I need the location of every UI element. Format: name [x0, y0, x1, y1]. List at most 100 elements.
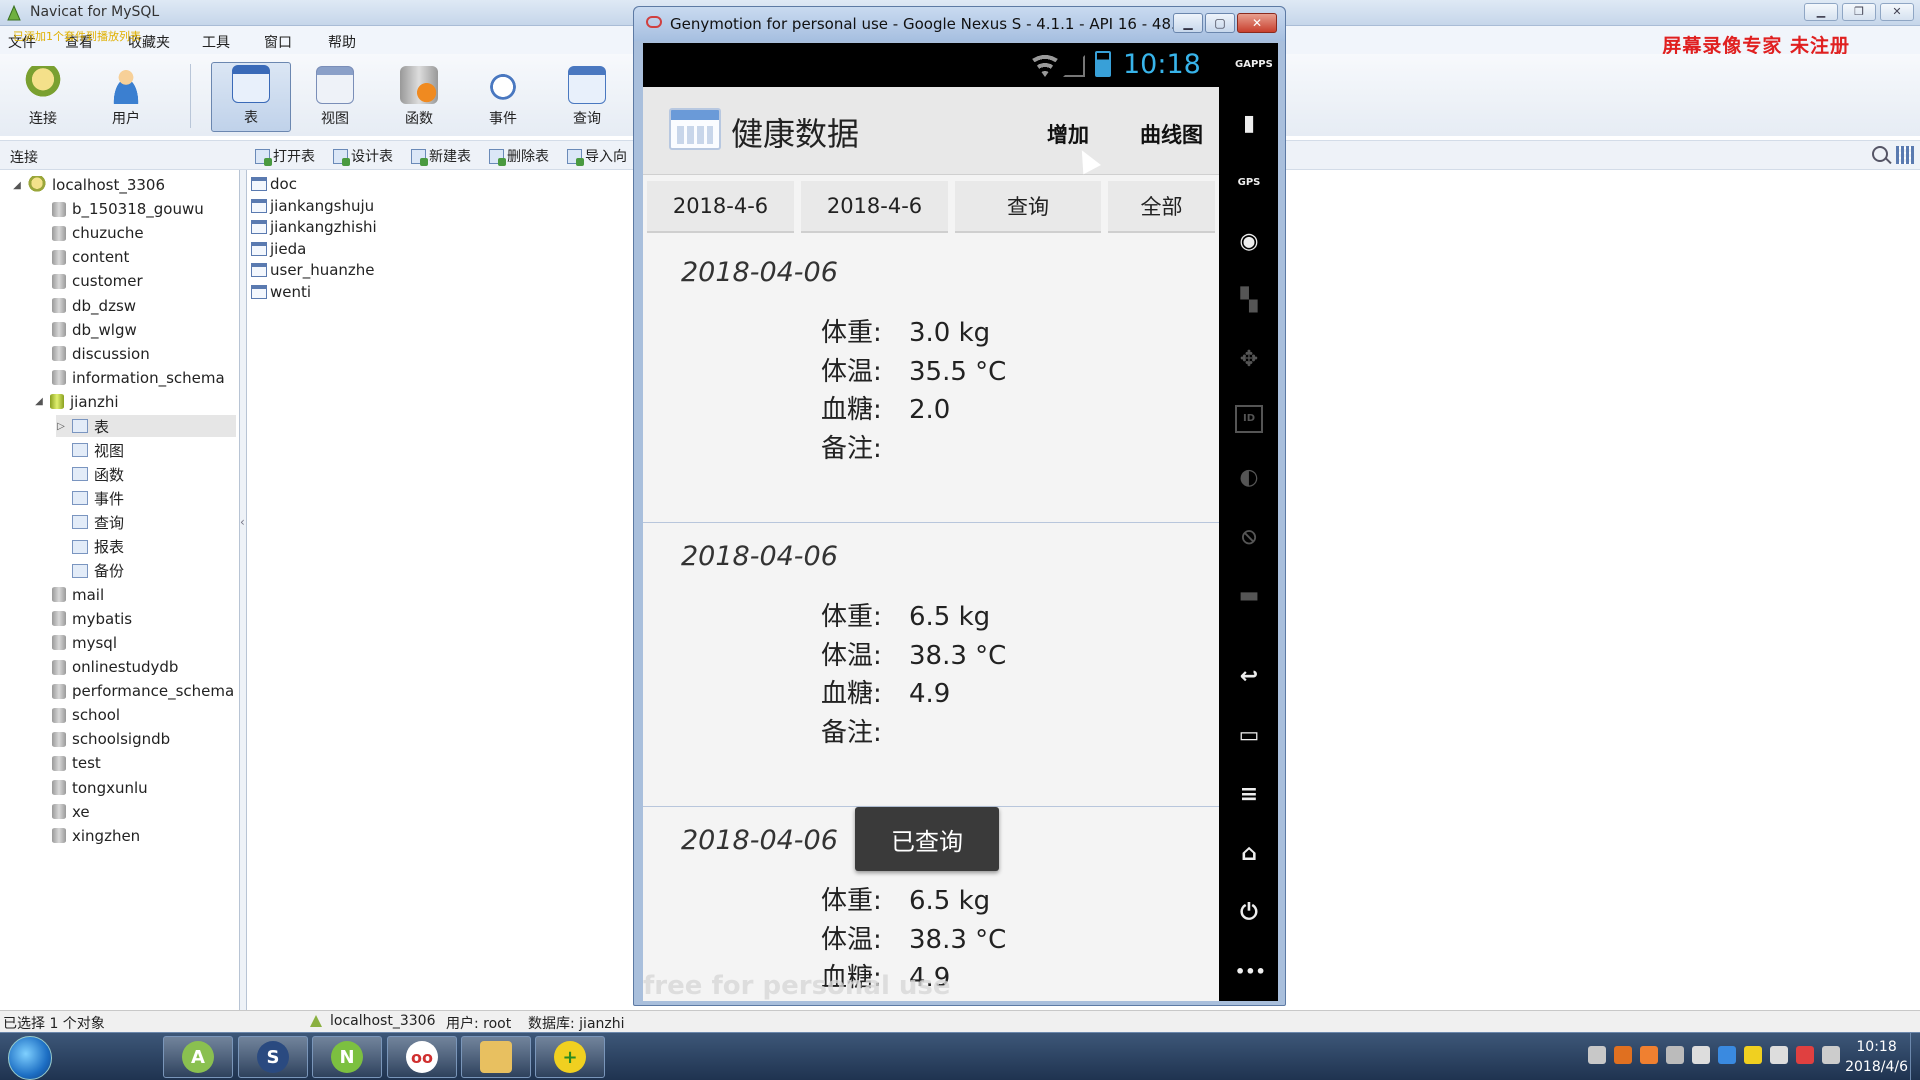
- expand-toggle-icon[interactable]: ◢: [12, 180, 22, 191]
- expand-toggle-icon[interactable]: ▷: [56, 421, 66, 432]
- menu-help[interactable]: 帮助: [328, 32, 356, 52]
- toolbar-event-button[interactable]: 事件: [463, 64, 543, 136]
- tray-app-icon-4[interactable]: [1718, 1046, 1736, 1064]
- show-desktop-button[interactable]: [1910, 1033, 1920, 1080]
- table-item[interactable]: jieda: [251, 239, 306, 259]
- geny-close-button[interactable]: ✕: [1237, 13, 1277, 33]
- start-button[interactable]: [8, 1036, 52, 1080]
- expand-toggle-icon[interactable]: ◢: [34, 396, 44, 407]
- more-icon[interactable]: •••: [1235, 958, 1266, 986]
- tree-node-view[interactable]: 视图: [56, 439, 124, 461]
- search-icon[interactable]: [1872, 146, 1888, 162]
- tray-recorder-icon[interactable]: [1744, 1046, 1762, 1064]
- taskbar-clock[interactable]: 10:18 2018/4/6: [1845, 1037, 1908, 1077]
- tree-node-backup[interactable]: 备份: [56, 560, 124, 582]
- table-item[interactable]: wenti: [251, 282, 311, 302]
- table-item[interactable]: user_huanzhe: [251, 260, 375, 280]
- capture-icon[interactable]: ▚: [1235, 287, 1263, 315]
- volume-icon[interactable]: [1770, 1046, 1788, 1064]
- tree-database[interactable]: b_150318_gouwu: [36, 198, 204, 220]
- network-icon[interactable]: ⦸: [1235, 523, 1263, 551]
- chart-button[interactable]: 曲线图: [1140, 119, 1203, 149]
- gapps-icon[interactable]: GAPPS: [1235, 51, 1273, 79]
- menu-icon[interactable]: ≡: [1235, 781, 1263, 809]
- taskbar-editor[interactable]: S: [238, 1036, 308, 1078]
- tree-database[interactable]: onlinestudydb: [36, 656, 178, 678]
- start-date-button[interactable]: 2018-4-6: [647, 181, 794, 233]
- tray-app-icon-3[interactable]: [1692, 1046, 1710, 1064]
- health-record[interactable]: 2018-04-06 体重: 3.0 kg 体温: 35.5 °C 血糖: 2.0 备注:: [643, 239, 1219, 523]
- disk-icon[interactable]: ◐: [1235, 464, 1263, 492]
- tree-database[interactable]: db_wlgw: [36, 319, 137, 341]
- taskbar-genymotion[interactable]: oo: [387, 1036, 457, 1078]
- table-item[interactable]: jiankangzhishi: [251, 217, 377, 237]
- menu-window[interactable]: 窗口: [264, 32, 292, 52]
- toolbar-connection-button[interactable]: 连接: [3, 64, 83, 136]
- end-date-button[interactable]: 2018-4-6: [801, 181, 948, 233]
- tree-node-event[interactable]: 事件: [56, 487, 124, 509]
- tree-node-table[interactable]: ▷ 表: [56, 415, 236, 437]
- recent-apps-icon[interactable]: ▭: [1235, 722, 1263, 750]
- mute-icon[interactable]: [1796, 1046, 1814, 1064]
- keyboard-icon[interactable]: [1588, 1046, 1606, 1064]
- taskbar-android-studio[interactable]: A: [163, 1036, 233, 1078]
- tree-database[interactable]: discussion: [36, 343, 150, 365]
- tree-database[interactable]: customer: [36, 270, 143, 292]
- delete-table-button[interactable]: 删除表: [489, 146, 549, 166]
- tree-database-open[interactable]: ◢ jianzhi: [34, 391, 118, 413]
- camera-icon[interactable]: ◉: [1235, 228, 1263, 256]
- table-item[interactable]: doc: [251, 174, 297, 194]
- tree-database[interactable]: schoolsigndb: [36, 728, 170, 750]
- tree-node-function[interactable]: 函数: [56, 463, 124, 485]
- tree-node-report[interactable]: 报表: [56, 536, 124, 558]
- taskbar-navicat[interactable]: N: [312, 1036, 382, 1078]
- toolbar-view-button[interactable]: 视图: [295, 64, 375, 136]
- tree-database[interactable]: mysql: [36, 632, 117, 654]
- toolbar-table-button[interactable]: 表: [211, 62, 291, 132]
- menu-tools[interactable]: 工具: [202, 32, 230, 52]
- tree-database[interactable]: information_schema: [36, 367, 225, 389]
- restore-button[interactable]: ❐: [1842, 3, 1876, 21]
- close-button[interactable]: ✕: [1880, 3, 1914, 21]
- show-all-button[interactable]: 全部: [1108, 181, 1215, 233]
- grid-view-icon[interactable]: [1896, 146, 1914, 164]
- toolbar-user-button[interactable]: 用户: [86, 64, 166, 136]
- import-wizard-button[interactable]: 导入向: [567, 146, 627, 166]
- table-item[interactable]: jiankangshuju: [251, 196, 374, 216]
- battery-widget-icon[interactable]: ▮: [1235, 110, 1263, 138]
- tree-database[interactable]: school: [36, 704, 120, 726]
- back-icon[interactable]: ↩: [1235, 663, 1263, 691]
- tree-database[interactable]: tongxunlu: [36, 777, 148, 799]
- taskbar-screen-recorder[interactable]: +: [535, 1036, 605, 1078]
- power-icon[interactable]: ⏻: [1235, 899, 1263, 927]
- tree-database[interactable]: content: [36, 246, 129, 268]
- open-table-button[interactable]: 打开表: [255, 146, 315, 166]
- home-icon[interactable]: ⌂: [1235, 840, 1263, 868]
- toolbar-function-button[interactable]: 函数: [379, 64, 459, 136]
- new-table-button[interactable]: 新建表: [411, 146, 471, 166]
- id-icon[interactable]: ID: [1235, 405, 1263, 433]
- geny-maximize-button[interactable]: ▢: [1205, 13, 1235, 33]
- geny-minimize-button[interactable]: ▁: [1173, 13, 1203, 33]
- design-table-button[interactable]: 设计表: [333, 146, 393, 166]
- tree-database[interactable]: xe: [36, 801, 90, 823]
- tray-app-icon-2[interactable]: [1666, 1046, 1684, 1064]
- query-button[interactable]: 查询: [955, 181, 1101, 233]
- tree-database[interactable]: mybatis: [36, 608, 132, 630]
- sms-icon[interactable]: ▬: [1235, 582, 1263, 610]
- minimize-button[interactable]: ▁: [1804, 3, 1838, 21]
- network-icon[interactable]: [1822, 1046, 1840, 1064]
- add-button[interactable]: 增加: [1047, 119, 1089, 149]
- taskbar-explorer[interactable]: [461, 1036, 531, 1078]
- toolbar-query-button[interactable]: 查询: [547, 64, 627, 136]
- tree-database[interactable]: xingzhen: [36, 825, 140, 847]
- tree-database[interactable]: performance_schema: [36, 680, 234, 702]
- tree-connection[interactable]: ◢ localhost_3306: [12, 174, 165, 196]
- tree-database[interactable]: chuzuche: [36, 222, 144, 244]
- tree-node-query[interactable]: 查询: [56, 511, 124, 533]
- health-record[interactable]: 2018-04-06 体重: 6.5 kg 体温: 38.3 °C 血糖: 4.9 备注:: [643, 523, 1219, 807]
- input-method-icon[interactable]: [1614, 1046, 1632, 1064]
- tree-database[interactable]: mail: [36, 584, 104, 606]
- dpad-icon[interactable]: ✥: [1235, 346, 1263, 374]
- tree-database[interactable]: db_dzsw: [36, 295, 136, 317]
